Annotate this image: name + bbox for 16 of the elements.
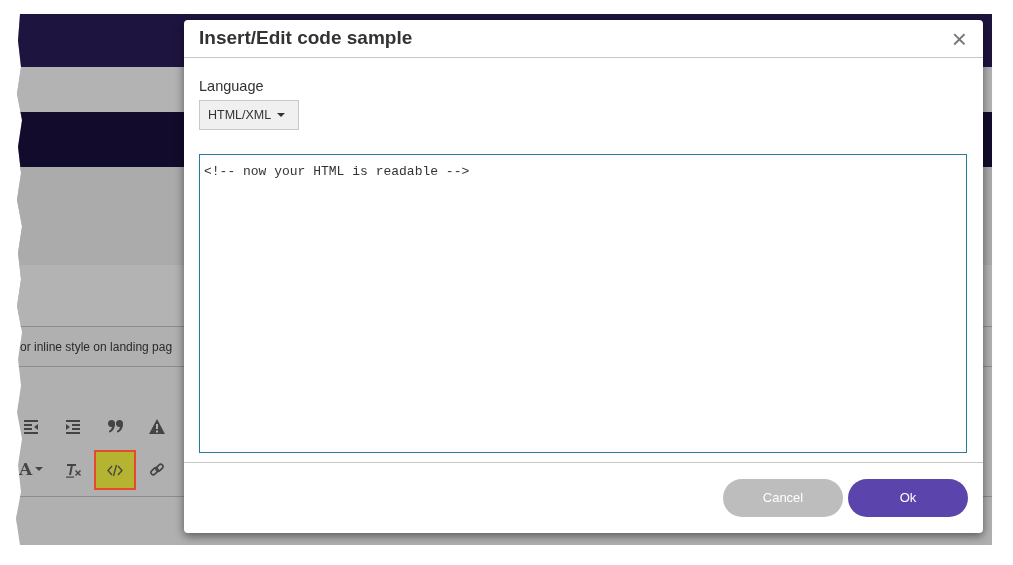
font-color-button[interactable]: A [10,449,52,490]
language-dropdown[interactable]: HTML/XML [199,100,299,130]
page-text: or inline style on landing pag [20,338,173,356]
dialog-title: Insert/Edit code sample [199,27,413,50]
ok-button[interactable]: Ok [848,479,968,517]
code-field[interactable]: <!-- now your HTML is readable --> [199,154,967,453]
clear-format-icon [65,461,81,478]
outdent-icon [23,418,39,434]
code-button[interactable] [94,449,136,490]
language-label: Language [199,77,264,96]
indent-icon [65,418,81,434]
caret-icon [35,467,44,472]
quote-icon [107,418,123,434]
close-button[interactable]: × [947,25,971,52]
link-icon [149,461,165,478]
warning-icon [149,418,165,434]
